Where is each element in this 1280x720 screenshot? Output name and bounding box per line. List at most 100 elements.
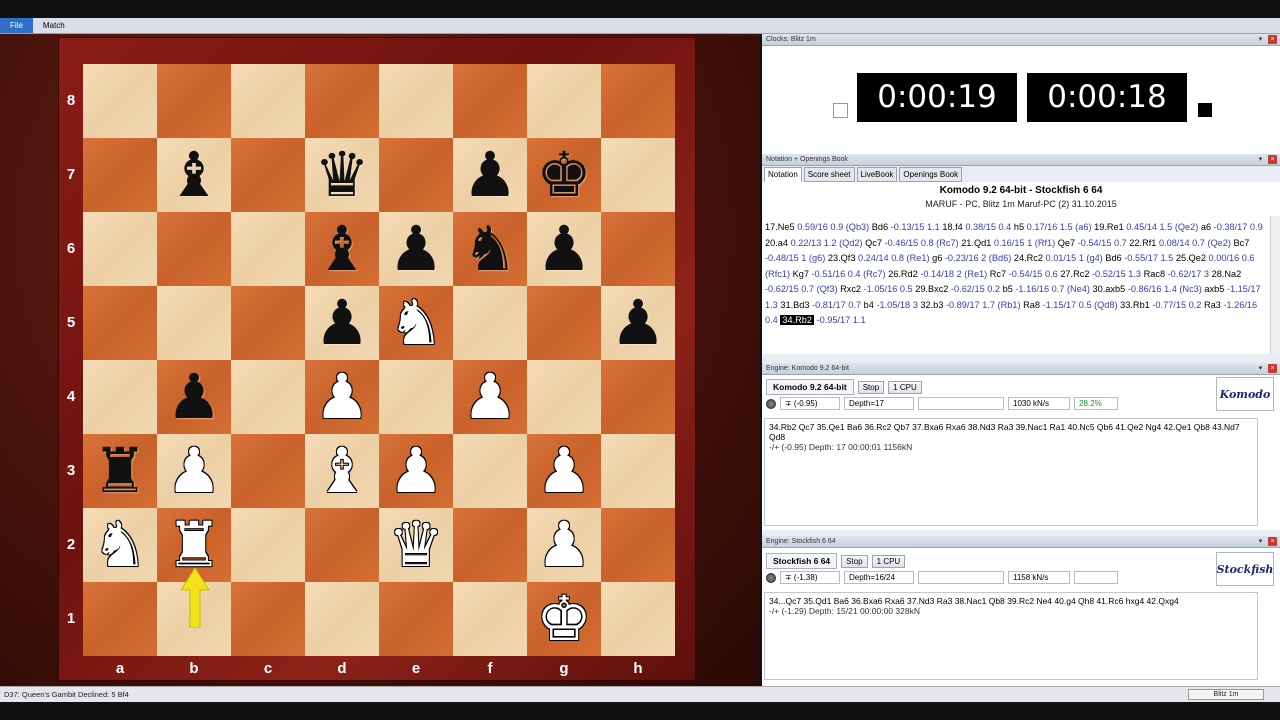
square-h5[interactable]: ♟ [601, 286, 675, 360]
black-bishop-icon[interactable]: ♝ [314, 218, 370, 280]
black-pawn-icon[interactable]: ♟ [388, 218, 444, 280]
move[interactable]: axb5 [1204, 284, 1224, 294]
menu-match[interactable]: Match [33, 18, 75, 33]
square-g7[interactable]: ♚ [527, 138, 601, 212]
move[interactable]: 25.Qe2 [1176, 253, 1206, 263]
tab-livebook[interactable]: LiveBook [856, 167, 898, 182]
menu-file[interactable]: File [0, 18, 33, 33]
move[interactable]: Kg7 [793, 269, 809, 279]
move[interactable]: Ra3 [1204, 300, 1221, 310]
square-g1[interactable]: ♚ [527, 582, 601, 656]
square-g6[interactable]: ♟ [527, 212, 601, 286]
square-b8[interactable] [157, 64, 231, 138]
square-d8[interactable] [305, 64, 379, 138]
engine1-stop-button[interactable]: Stop [857, 380, 885, 394]
dropdown-icon[interactable]: ▾ [1256, 155, 1265, 164]
square-c4[interactable] [231, 360, 305, 434]
close-icon[interactable]: × [1268, 155, 1277, 164]
square-d6[interactable]: ♝ [305, 212, 379, 286]
black-pawn-icon[interactable]: ♟ [166, 366, 222, 428]
move[interactable]: 28.Na2 [1212, 269, 1242, 279]
square-h7[interactable] [601, 138, 675, 212]
square-f3[interactable] [453, 434, 527, 508]
square-h4[interactable] [601, 360, 675, 434]
square-a2[interactable]: ♞ [83, 508, 157, 582]
black-pawn-icon[interactable]: ♟ [610, 292, 666, 354]
move[interactable]: 21.Qd1 [961, 238, 991, 248]
square-h6[interactable] [601, 212, 675, 286]
move[interactable]: b5 [1003, 284, 1013, 294]
tab-openings-book[interactable]: Openings Book [899, 167, 963, 182]
white-king-icon[interactable]: ♚ [536, 588, 592, 650]
square-c6[interactable] [231, 212, 305, 286]
square-c5[interactable] [231, 286, 305, 360]
square-a6[interactable] [83, 212, 157, 286]
square-e4[interactable] [379, 360, 453, 434]
move[interactable]: 30.axb5 [1093, 284, 1126, 294]
move[interactable]: 19.Re1 [1094, 222, 1124, 232]
engine1-cpu-button[interactable]: 1 CPU [888, 380, 922, 394]
square-e8[interactable] [379, 64, 453, 138]
dropdown-icon[interactable]: ▾ [1256, 364, 1265, 373]
square-b3[interactable]: ♟ [157, 434, 231, 508]
square-f5[interactable] [453, 286, 527, 360]
square-b5[interactable] [157, 286, 231, 360]
white-rook-icon[interactable]: ♜ [166, 514, 222, 576]
square-e3[interactable]: ♟ [379, 434, 453, 508]
engine1-radio-icon[interactable] [766, 398, 776, 409]
move[interactable]: 29.Bxc2 [915, 284, 948, 294]
move[interactable]: 33.Rb1 [1120, 300, 1150, 310]
black-bishop-icon[interactable]: ♝ [166, 144, 222, 206]
tab-score-sheet[interactable]: Score sheet [803, 167, 855, 182]
white-queen-icon[interactable]: ♛ [388, 514, 444, 576]
square-e7[interactable] [379, 138, 453, 212]
dropdown-icon[interactable]: ▾ [1256, 537, 1265, 546]
black-pawn-icon[interactable]: ♟ [462, 144, 518, 206]
move[interactable]: 32.b3 [920, 300, 943, 310]
square-e2[interactable]: ♛ [379, 508, 453, 582]
move[interactable]: Ra8 [1023, 300, 1040, 310]
square-h3[interactable] [601, 434, 675, 508]
move[interactable]: 20.a4 [765, 238, 788, 248]
move[interactable]: Bc7 [1234, 238, 1250, 248]
square-c7[interactable] [231, 138, 305, 212]
square-d5[interactable]: ♟ [305, 286, 379, 360]
square-b6[interactable] [157, 212, 231, 286]
move[interactable]: 23.Qf3 [828, 253, 856, 263]
move[interactable]: h5 [1014, 222, 1024, 232]
square-f4[interactable]: ♟ [453, 360, 527, 434]
square-f8[interactable] [453, 64, 527, 138]
square-a5[interactable] [83, 286, 157, 360]
move[interactable]: 22.Rf1 [1129, 238, 1156, 248]
square-d4[interactable]: ♟ [305, 360, 379, 434]
white-bishop-icon[interactable]: ♝ [314, 440, 370, 502]
square-d7[interactable]: ♛ [305, 138, 379, 212]
square-b4[interactable]: ♟ [157, 360, 231, 434]
move[interactable]: Qe7 [1058, 238, 1075, 248]
square-g4[interactable] [527, 360, 601, 434]
tab-notation[interactable]: Notation [764, 167, 802, 182]
black-queen-icon[interactable]: ♛ [314, 144, 370, 206]
move[interactable]: Bd6 [872, 222, 888, 232]
square-a3[interactable]: ♜ [83, 434, 157, 508]
square-f7[interactable]: ♟ [453, 138, 527, 212]
move[interactable]: Bd6 [1105, 253, 1121, 263]
white-pawn-icon[interactable]: ♟ [462, 366, 518, 428]
close-icon[interactable]: × [1268, 35, 1277, 44]
square-h2[interactable] [601, 508, 675, 582]
black-knight-icon[interactable]: ♞ [462, 218, 518, 280]
white-knight-icon[interactable]: ♞ [388, 292, 444, 354]
square-a8[interactable] [83, 64, 157, 138]
square-h1[interactable] [601, 582, 675, 656]
close-icon[interactable]: × [1268, 537, 1277, 546]
square-g8[interactable] [527, 64, 601, 138]
white-pawn-icon[interactable]: ♟ [314, 366, 370, 428]
white-pawn-icon[interactable]: ♟ [536, 514, 592, 576]
white-pawn-icon[interactable]: ♟ [388, 440, 444, 502]
move[interactable]: 26.Rd2 [888, 269, 918, 279]
move[interactable]: a6 [1201, 222, 1211, 232]
move[interactable]: 18.f4 [942, 222, 962, 232]
square-d3[interactable]: ♝ [305, 434, 379, 508]
close-icon[interactable]: × [1268, 364, 1277, 373]
square-a7[interactable] [83, 138, 157, 212]
